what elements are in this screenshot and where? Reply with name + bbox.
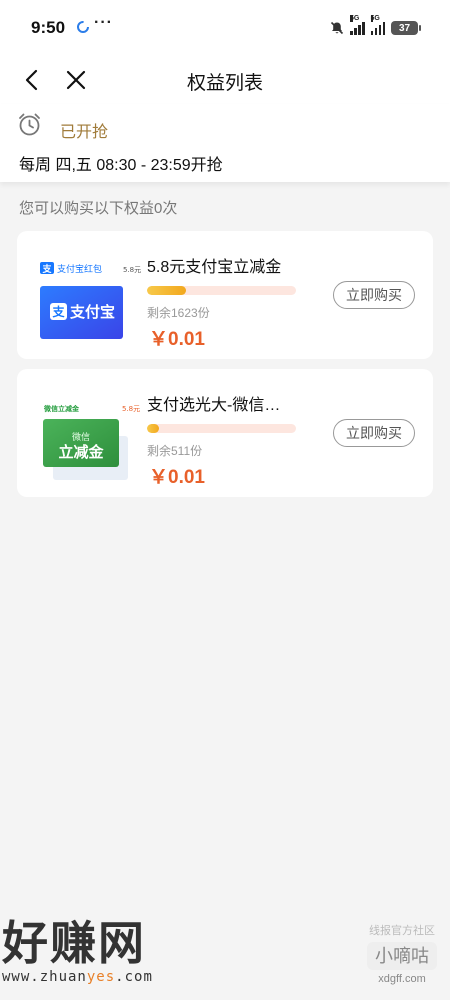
wechat-line1: 微信 [72,431,90,443]
stock-progress-fill [147,286,186,295]
watermark-url: xdgff.com [378,973,426,985]
sync-icon [77,21,89,33]
wechat-line2: 立减金 [58,443,104,461]
alipay-coupon-graphic: 支 支付宝红包 5.8元 支 支付宝 [40,262,141,339]
alarm-clock-icon [19,113,40,136]
watermark-logo: 小嘀咕 [367,942,437,970]
back-arrow-icon[interactable] [20,68,44,92]
wechat-coupon-graphic: 微信立减金 5.8元 微信 立减金 [43,404,140,480]
mute-bell-icon [330,21,344,35]
status-time: 9:50 [31,18,66,37]
more-notifications-icon: ··· [94,14,113,31]
buy-now-button[interactable]: 立即购买 [333,281,415,309]
alipay-brand-label: 支付宝红包 [57,263,102,275]
nav-bar: 权益列表 [0,56,450,104]
benefit-price: ￥0.01 [149,329,205,350]
svg-text:支: 支 [51,304,65,319]
watermark-url-part: www.zhuan [2,969,87,985]
wechat-brand-label: 微信立减金 [43,404,80,413]
stock-progress-bar [147,424,296,433]
buy-now-button[interactable]: 立即购买 [333,419,415,447]
xdgff-watermark: 线报官方社区 小嘀咕 xdgff.com [362,922,442,985]
signal-icon-2: 5G [370,15,385,35]
sale-info-panel: 已开抢 每周 四,五 08:30 - 23:59开抢 [0,104,450,182]
watermark-big-text: 好赚网 [2,917,146,969]
stock-progress-bar [147,286,296,295]
benefit-title: 5.8元支付宝立减金 [147,259,282,276]
close-icon[interactable] [64,68,88,92]
purchase-summary: 您可以购买以下权益0次 [19,200,178,217]
zhuanyes-watermark: 好赚网 www.zhuanyes.com [2,918,153,985]
stock-progress-fill [147,424,159,433]
benefit-card[interactable]: 微信立减金 5.8元 微信 立减金 支付选光大-微信… 剩余511份 ￥0.01… [17,369,433,497]
signal-icon-1: 5G [350,15,365,35]
remaining-count: 剩余1623份 [147,306,210,320]
benefit-title: 支付选光大-微信… [147,397,281,414]
alipay-center-text: 支付宝 [69,303,115,321]
status-bar: 9:50 ··· 5G 5G 37 [0,0,450,56]
watermark-url-part: .com [115,969,153,985]
watermark-url-highlight: yes [86,969,116,985]
svg-text:支: 支 [41,263,52,275]
watermark-tagline: 线报官方社区 [369,925,435,937]
sale-time-window: 每周 四,五 08:30 - 23:59开抢 [19,157,223,174]
status-indicators: 5G 5G 37 [330,15,421,38]
watermark-url: www.zhuanyes.com [2,969,153,985]
sale-status-label: 已开抢 [60,124,109,141]
wechat-amount: 5.8元 [122,405,140,413]
remaining-count: 剩余511份 [147,444,203,458]
alipay-coupon-image: 支 支付宝红包 5.8元 支 支付宝 [37,246,149,342]
battery-icon: 37 [391,21,421,35]
benefit-card[interactable]: 支 支付宝红包 5.8元 支 支付宝 5.8元支付宝立减金 剩余1623份 ￥0… [17,231,433,359]
wechat-coupon-image: 微信立减金 5.8元 微信 立减金 [37,384,149,480]
alipay-amount: 5.8元 [123,266,141,274]
benefit-price: ￥0.01 [149,467,205,488]
